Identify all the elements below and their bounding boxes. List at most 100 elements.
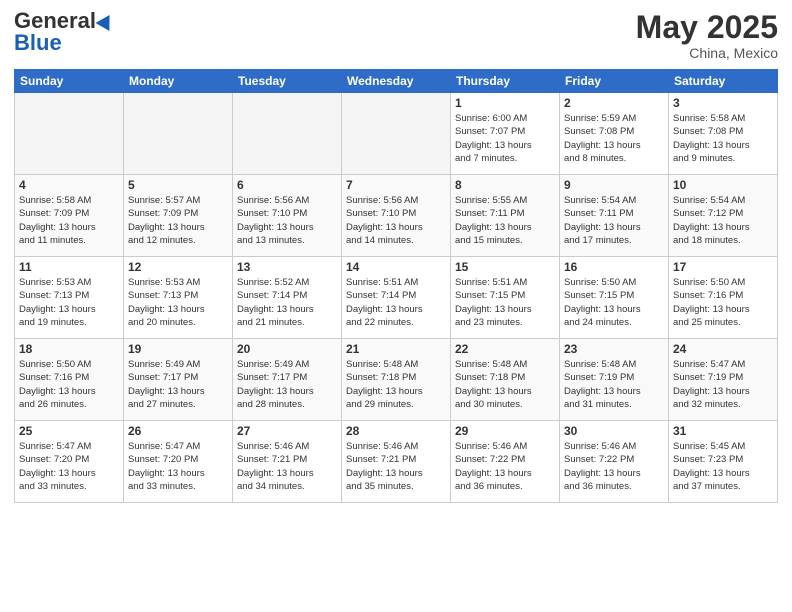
day-number: 9 — [564, 178, 664, 192]
cell-content: Sunrise: 5:47 AMSunset: 7:20 PMDaylight:… — [128, 440, 228, 493]
cell-content: Sunrise: 5:50 AMSunset: 7:15 PMDaylight:… — [564, 276, 664, 329]
calendar-subtitle: China, Mexico — [636, 45, 778, 61]
col-sunday: Sunday — [15, 70, 124, 93]
col-tuesday: Tuesday — [233, 70, 342, 93]
day-number: 25 — [19, 424, 119, 438]
day-number: 13 — [237, 260, 337, 274]
day-number: 5 — [128, 178, 228, 192]
table-row: 13 Sunrise: 5:52 AMSunset: 7:14 PMDayligh… — [233, 257, 342, 339]
cell-content: Sunrise: 5:46 AMSunset: 7:21 PMDaylight:… — [346, 440, 446, 493]
calendar-week-row: 25 Sunrise: 5:47 AMSunset: 7:20 PMDayligh… — [15, 421, 778, 503]
cell-content: Sunrise: 5:49 AMSunset: 7:17 PMDaylight:… — [237, 358, 337, 411]
table-row: 21Sunrise: 5:48 AMSunset: 7:18 PMDayligh… — [342, 339, 451, 421]
table-row — [15, 93, 124, 175]
cell-content: Sunrise: 5:53 AMSunset: 7:13 PMDaylight:… — [128, 276, 228, 329]
cell-content: Sunrise: 5:46 AMSunset: 7:22 PMDaylight:… — [455, 440, 555, 493]
table-row: 9 Sunrise: 5:54 AMSunset: 7:11 PMDaylight… — [560, 175, 669, 257]
day-number: 29 — [455, 424, 555, 438]
table-row: 18 Sunrise: 5:50 AMSunset: 7:16 PMDayligh… — [15, 339, 124, 421]
cell-content: Sunrise: 5:58 AMSunset: 7:08 PMDaylight:… — [673, 112, 773, 165]
day-number: 22 — [455, 342, 555, 356]
table-row: 22Sunrise: 5:48 AMSunset: 7:18 PMDayligh… — [451, 339, 560, 421]
day-number: 30 — [564, 424, 664, 438]
day-number: 19 — [128, 342, 228, 356]
table-row: 24 Sunrise: 5:47 AMSunset: 7:19 PMDayligh… — [669, 339, 778, 421]
cell-content: Sunrise: 6:00 AMSunset: 7:07 PMDaylight:… — [455, 112, 555, 165]
day-number: 10 — [673, 178, 773, 192]
table-row: 14Sunrise: 5:51 AMSunset: 7:14 PMDayligh… — [342, 257, 451, 339]
table-row — [342, 93, 451, 175]
logo-blue: Blue — [14, 32, 62, 54]
table-row: 2 Sunrise: 5:59 AMSunset: 7:08 PMDaylight… — [560, 93, 669, 175]
table-row: 20 Sunrise: 5:49 AMSunset: 7:17 PMDayligh… — [233, 339, 342, 421]
cell-content: Sunrise: 5:46 AMSunset: 7:21 PMDaylight:… — [237, 440, 337, 493]
cell-content: Sunrise: 5:59 AMSunset: 7:08 PMDaylight:… — [564, 112, 664, 165]
cell-content: Sunrise: 5:54 AMSunset: 7:12 PMDaylight:… — [673, 194, 773, 247]
cell-content: Sunrise: 5:53 AMSunset: 7:13 PMDaylight:… — [19, 276, 119, 329]
table-row: 26Sunrise: 5:47 AMSunset: 7:20 PMDayligh… — [124, 421, 233, 503]
day-number: 27 — [237, 424, 337, 438]
cell-content: Sunrise: 5:52 AMSunset: 7:14 PMDaylight:… — [237, 276, 337, 329]
cell-content: Sunrise: 5:56 AMSunset: 7:10 PMDaylight:… — [346, 194, 446, 247]
day-number: 8 — [455, 178, 555, 192]
table-row — [124, 93, 233, 175]
table-row: 7 Sunrise: 5:56 AMSunset: 7:10 PMDaylight… — [342, 175, 451, 257]
cell-content: Sunrise: 5:46 AMSunset: 7:22 PMDaylight:… — [564, 440, 664, 493]
table-row: 23 Sunrise: 5:48 AMSunset: 7:19 PMDayligh… — [560, 339, 669, 421]
calendar-week-row: 18 Sunrise: 5:50 AMSunset: 7:16 PMDayligh… — [15, 339, 778, 421]
table-row: 19 Sunrise: 5:49 AMSunset: 7:17 PMDayligh… — [124, 339, 233, 421]
table-row: 10 Sunrise: 5:54 AMSunset: 7:12 PMDayligh… — [669, 175, 778, 257]
cell-content: Sunrise: 5:58 AMSunset: 7:09 PMDaylight:… — [19, 194, 119, 247]
logo: General Blue — [14, 10, 114, 54]
day-number: 20 — [237, 342, 337, 356]
day-number: 24 — [673, 342, 773, 356]
day-number: 4 — [19, 178, 119, 192]
day-number: 7 — [346, 178, 446, 192]
table-row: 25 Sunrise: 5:47 AMSunset: 7:20 PMDayligh… — [15, 421, 124, 503]
day-number: 3 — [673, 96, 773, 110]
day-number: 31 — [673, 424, 773, 438]
day-number: 6 — [237, 178, 337, 192]
header: General Blue May 2025 China, Mexico — [14, 10, 778, 61]
col-friday: Friday — [560, 70, 669, 93]
cell-content: Sunrise: 5:50 AMSunset: 7:16 PMDaylight:… — [19, 358, 119, 411]
day-number: 2 — [564, 96, 664, 110]
calendar-table: Sunday Monday Tuesday Wednesday Thursday… — [14, 69, 778, 503]
day-number: 18 — [19, 342, 119, 356]
logo-triangle-icon — [96, 11, 117, 31]
table-row: 17Sunrise: 5:50 AMSunset: 7:16 PMDayligh… — [669, 257, 778, 339]
calendar-title: May 2025 — [636, 10, 778, 45]
day-number: 1 — [455, 96, 555, 110]
col-wednesday: Wednesday — [342, 70, 451, 93]
table-row: 11 Sunrise: 5:53 AMSunset: 7:13 PMDayligh… — [15, 257, 124, 339]
table-row: 16 Sunrise: 5:50 AMSunset: 7:15 PMDayligh… — [560, 257, 669, 339]
cell-content: Sunrise: 5:57 AMSunset: 7:09 PMDaylight:… — [128, 194, 228, 247]
table-row: 30 Sunrise: 5:46 AMSunset: 7:22 PMDayligh… — [560, 421, 669, 503]
table-row: 5 Sunrise: 5:57 AMSunset: 7:09 PMDaylight… — [124, 175, 233, 257]
calendar-week-row: 11 Sunrise: 5:53 AMSunset: 7:13 PMDayligh… — [15, 257, 778, 339]
day-number: 16 — [564, 260, 664, 274]
calendar-page: General Blue May 2025 China, Mexico Sund… — [0, 0, 792, 612]
header-row: Sunday Monday Tuesday Wednesday Thursday… — [15, 70, 778, 93]
logo-text: General — [14, 10, 96, 32]
day-number: 23 — [564, 342, 664, 356]
cell-content: Sunrise: 5:55 AMSunset: 7:11 PMDaylight:… — [455, 194, 555, 247]
cell-content: Sunrise: 5:47 AMSunset: 7:20 PMDaylight:… — [19, 440, 119, 493]
cell-content: Sunrise: 5:47 AMSunset: 7:19 PMDaylight:… — [673, 358, 773, 411]
day-number: 11 — [19, 260, 119, 274]
table-row: 4 Sunrise: 5:58 AMSunset: 7:09 PMDaylight… — [15, 175, 124, 257]
table-row: 28Sunrise: 5:46 AMSunset: 7:21 PMDayligh… — [342, 421, 451, 503]
cell-content: Sunrise: 5:48 AMSunset: 7:19 PMDaylight:… — [564, 358, 664, 411]
day-number: 12 — [128, 260, 228, 274]
cell-content: Sunrise: 5:51 AMSunset: 7:14 PMDaylight:… — [346, 276, 446, 329]
cell-content: Sunrise: 5:49 AMSunset: 7:17 PMDaylight:… — [128, 358, 228, 411]
cell-content: Sunrise: 5:54 AMSunset: 7:11 PMDaylight:… — [564, 194, 664, 247]
col-saturday: Saturday — [669, 70, 778, 93]
table-row: 29 Sunrise: 5:46 AMSunset: 7:22 PMDayligh… — [451, 421, 560, 503]
calendar-week-row: 1 Sunrise: 6:00 AMSunset: 7:07 PMDaylight… — [15, 93, 778, 175]
col-thursday: Thursday — [451, 70, 560, 93]
cell-content: Sunrise: 5:56 AMSunset: 7:10 PMDaylight:… — [237, 194, 337, 247]
table-row — [233, 93, 342, 175]
table-row: 12 Sunrise: 5:53 AMSunset: 7:13 PMDayligh… — [124, 257, 233, 339]
table-row: 8 Sunrise: 5:55 AMSunset: 7:11 PMDaylight… — [451, 175, 560, 257]
